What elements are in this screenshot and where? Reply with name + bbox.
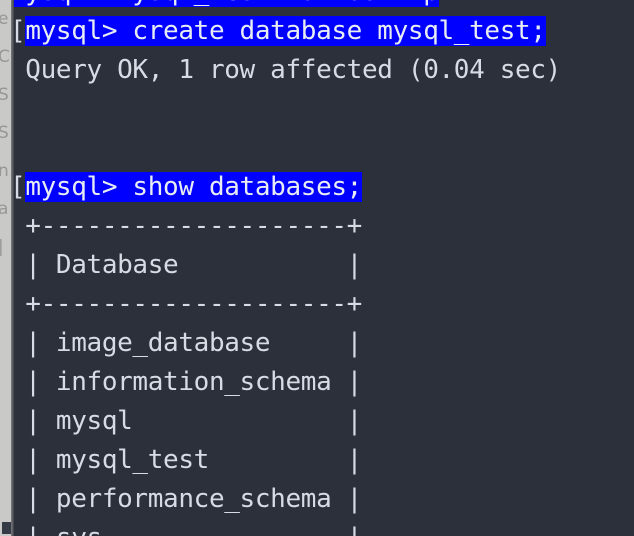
text-run: +--------------------+ bbox=[14, 289, 362, 319]
background-window-edge[interactable]: e C S S n a | bbox=[0, 0, 11, 536]
selected-text[interactable]: mysql> show databases; bbox=[25, 172, 362, 202]
terminal-window[interactable]: mysql> mysql_test -u root -p[mysql> crea… bbox=[14, 0, 634, 536]
line-create-result: Query OK, 1 row affected (0.04 sec) bbox=[14, 51, 634, 90]
line-blank-1 bbox=[14, 90, 634, 129]
line-row-image-database: | image_database | bbox=[14, 324, 634, 363]
text-run: | information_schema | bbox=[14, 367, 362, 397]
line-row-sys: | sys | bbox=[14, 519, 634, 536]
line-table-sep: +--------------------+ bbox=[14, 285, 634, 324]
line-row-mysql-test: | mysql_test | bbox=[14, 441, 634, 480]
text-run: +--------------------+ bbox=[14, 211, 362, 241]
text-run bbox=[14, 133, 25, 163]
text-run: | mysql_test | bbox=[14, 445, 362, 475]
line-row-performance-schema: | performance_schema | bbox=[14, 480, 634, 519]
background-window-corner-marker bbox=[2, 522, 11, 534]
selected-text[interactable]: mysql> create database mysql_test; bbox=[25, 16, 546, 46]
background-window-text-fragments: e C S S n a | bbox=[0, 9, 10, 257]
text-run: [ bbox=[14, 172, 26, 202]
text-run: [ bbox=[14, 16, 26, 46]
text-run bbox=[14, 94, 25, 124]
line-create-db: [mysql> create database mysql_test; bbox=[14, 12, 634, 51]
text-run: | mysql | bbox=[14, 406, 362, 436]
text-run: | sys | bbox=[14, 523, 362, 536]
terminal-output[interactable]: mysql> mysql_test -u root -p[mysql> crea… bbox=[14, 0, 634, 536]
line-table-header: | Database | bbox=[14, 246, 634, 285]
line-row-mysql: | mysql | bbox=[14, 402, 634, 441]
text-run: | Database | bbox=[14, 250, 362, 280]
line-table-top: +--------------------+ bbox=[14, 207, 634, 246]
line-show-db: [mysql> show databases; bbox=[14, 168, 634, 207]
line-row-information-schema: | information_schema | bbox=[14, 363, 634, 402]
text-run: | performance_schema | bbox=[14, 484, 362, 514]
selected-text[interactable]: mysql> mysql_test -u root -p bbox=[14, 0, 439, 7]
text-run: | image_database | bbox=[14, 328, 362, 358]
terminal-screenshot: e C S S n a | mysql> mysql_test -u root … bbox=[0, 0, 634, 536]
text-run: Query OK, 1 row affected (0.04 sec) bbox=[14, 55, 561, 85]
line-blank-2 bbox=[14, 129, 634, 168]
line-scrollback: mysql> mysql_test -u root -p bbox=[14, 0, 634, 12]
